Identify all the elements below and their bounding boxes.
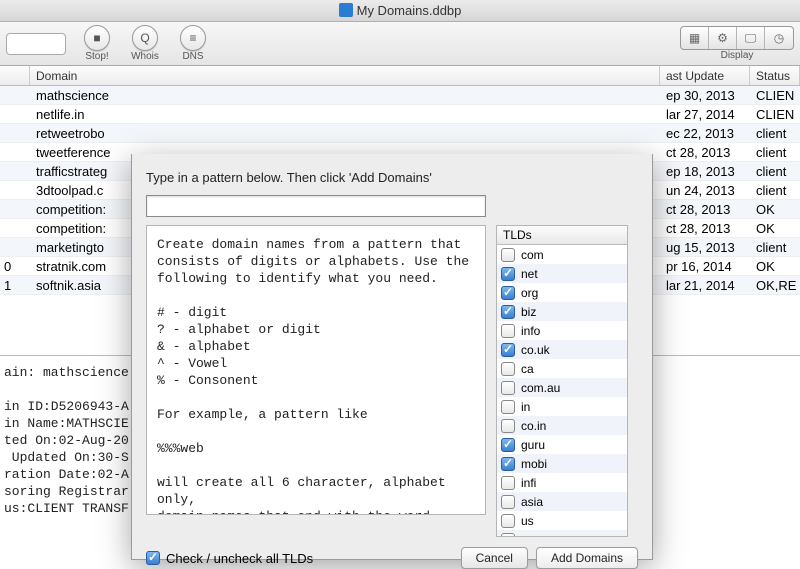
tld-checkbox[interactable] <box>501 533 515 538</box>
tld-header[interactable]: TLDs <box>496 225 628 245</box>
address-input[interactable] <box>6 33 66 55</box>
tld-row[interactable]: eu <box>497 530 627 537</box>
tld-checkbox[interactable] <box>501 400 515 414</box>
tld-label: net <box>521 267 538 281</box>
col-domain[interactable]: Domain <box>30 66 660 85</box>
pattern-help-text: Create domain names from a pattern that … <box>146 225 486 515</box>
tld-checkbox[interactable] <box>501 495 515 509</box>
tld-checkbox[interactable] <box>501 343 515 357</box>
tld-checkbox[interactable] <box>501 248 515 262</box>
tld-row[interactable]: infi <box>497 473 627 492</box>
dns-button[interactable]: ≡DNS <box>172 25 214 62</box>
tld-row[interactable]: asia <box>497 492 627 511</box>
tld-checkbox[interactable] <box>501 419 515 433</box>
tld-checkbox[interactable] <box>501 438 515 452</box>
tld-label: com.au <box>521 381 560 395</box>
stop-label: Stop! <box>85 51 108 62</box>
tld-list[interactable]: com net org biz info co.uk ca com.au in co.in guru… <box>496 245 628 537</box>
add-domains-button[interactable]: Add Domains <box>536 547 638 569</box>
tld-row[interactable]: guru <box>497 435 627 454</box>
tld-checkbox[interactable] <box>501 362 515 376</box>
tld-label: org <box>521 286 538 300</box>
table-row[interactable]: netlife.inlar 27, 2014CLIEN <box>0 105 800 124</box>
tld-row[interactable]: co.uk <box>497 340 627 359</box>
tld-row[interactable]: org <box>497 283 627 302</box>
tld-checkbox[interactable] <box>501 305 515 319</box>
display-seg-calendar-icon[interactable]: ▦ <box>681 27 709 49</box>
tld-row[interactable]: com.au <box>497 378 627 397</box>
add-domains-dialog: Type in a pattern below. Then click 'Add… <box>131 154 653 560</box>
window-title: My Domains.ddbp <box>357 3 462 18</box>
check-all-label: Check / uncheck all TLDs <box>166 551 313 566</box>
tld-label: guru <box>521 438 545 452</box>
toolbar: ■Stop! QWhois ≡DNS ▦ ⚙ 🖵 ◷ Display <box>0 22 800 66</box>
tld-label: eu <box>521 533 534 538</box>
tld-checkbox[interactable] <box>501 514 515 528</box>
tld-row[interactable]: com <box>497 245 627 264</box>
check-all-checkbox[interactable] <box>146 551 160 565</box>
tld-checkbox[interactable] <box>501 286 515 300</box>
tld-checkbox[interactable] <box>501 324 515 338</box>
tld-row[interactable]: net <box>497 264 627 283</box>
cancel-button[interactable]: Cancel <box>461 547 528 569</box>
display-seg-clock-icon[interactable]: ◷ <box>765 27 793 49</box>
tld-label: info <box>521 324 540 338</box>
tld-row[interactable]: info <box>497 321 627 340</box>
tld-checkbox[interactable] <box>501 457 515 471</box>
tld-row[interactable]: in <box>497 397 627 416</box>
col-update[interactable]: ast Update <box>660 66 750 85</box>
display-seg-monitor-icon[interactable]: 🖵 <box>737 27 765 49</box>
tld-checkbox[interactable] <box>501 476 515 490</box>
table-row[interactable]: mathscienceep 30, 2013CLIEN <box>0 86 800 105</box>
display-seg-gear-icon[interactable]: ⚙ <box>709 27 737 49</box>
tld-row[interactable]: mobi <box>497 454 627 473</box>
table-header: Domain ast Update Status <box>0 66 800 86</box>
pattern-input[interactable] <box>146 195 486 217</box>
document-icon <box>339 3 353 17</box>
tld-label: biz <box>521 305 536 319</box>
tld-checkbox[interactable] <box>501 267 515 281</box>
tld-row[interactable]: ca <box>497 359 627 378</box>
whois-button[interactable]: QWhois <box>124 25 166 62</box>
dns-label: DNS <box>182 51 203 62</box>
table-row[interactable]: retweetroboec 22, 2013client <box>0 124 800 143</box>
tld-checkbox[interactable] <box>501 381 515 395</box>
tld-row[interactable]: biz <box>497 302 627 321</box>
tld-label: in <box>521 400 530 414</box>
tld-label: co.uk <box>521 343 550 357</box>
check-all-tlds[interactable]: Check / uncheck all TLDs <box>146 551 313 566</box>
tld-label: asia <box>521 495 543 509</box>
tld-label: mobi <box>521 457 547 471</box>
tld-row[interactable]: co.in <box>497 416 627 435</box>
col-status[interactable]: Status <box>750 66 800 85</box>
window-titlebar: My Domains.ddbp <box>0 0 800 22</box>
stop-button[interactable]: ■Stop! <box>76 25 118 62</box>
display-segment: ▦ ⚙ 🖵 ◷ Display <box>680 26 794 61</box>
tld-label: us <box>521 514 534 528</box>
tld-row[interactable]: us <box>497 511 627 530</box>
dialog-instruction: Type in a pattern below. Then click 'Add… <box>146 170 638 185</box>
tld-label: infi <box>521 476 536 490</box>
tld-label: ca <box>521 362 534 376</box>
tld-label: co.in <box>521 419 546 433</box>
tld-label: com <box>521 248 544 262</box>
whois-label: Whois <box>131 51 159 62</box>
display-label: Display <box>721 50 754 61</box>
